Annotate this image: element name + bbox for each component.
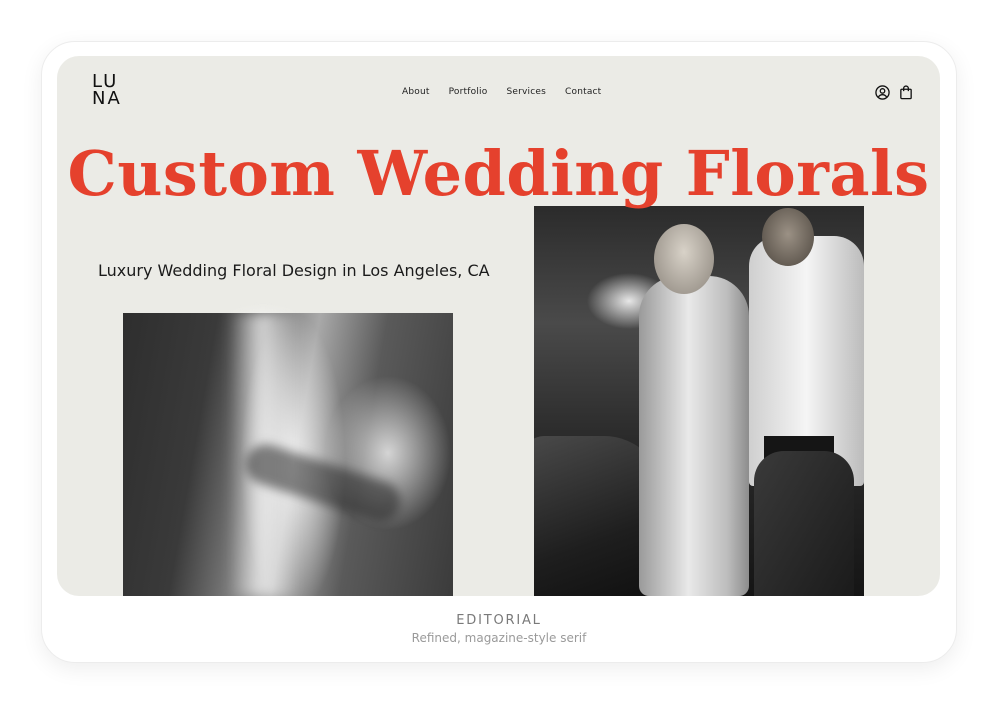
bride-head-shape [654, 224, 714, 294]
bride-motion-photo [123, 313, 453, 596]
car-seat-shape [754, 451, 854, 596]
site-logo[interactable]: LU NA [92, 73, 126, 109]
bride-dress-shape [639, 276, 749, 596]
couple-car-photo [534, 206, 864, 596]
groom-head-shape [762, 208, 814, 266]
nav-about[interactable]: About [402, 87, 430, 97]
nav-portfolio[interactable]: Portfolio [449, 87, 488, 97]
style-caption-subtitle: Refined, magazine-style serif [411, 631, 587, 645]
hero-subtitle: Luxury Wedding Floral Design in Los Ange… [98, 261, 490, 280]
website-preview: LU NA About Portfolio Services Contact C… [57, 56, 940, 596]
nav-contact[interactable]: Contact [565, 87, 601, 97]
hero-title: Custom Wedding Florals [67, 137, 930, 210]
user-circle-icon[interactable] [875, 85, 890, 100]
nav-services[interactable]: Services [506, 87, 546, 97]
style-caption-title: EDITORIAL [456, 613, 542, 628]
main-nav: About Portfolio Services Contact [402, 87, 601, 97]
logo-line-bottom: NA [92, 88, 122, 109]
header-icons [875, 85, 913, 100]
shopping-bag-icon[interactable] [899, 85, 913, 100]
